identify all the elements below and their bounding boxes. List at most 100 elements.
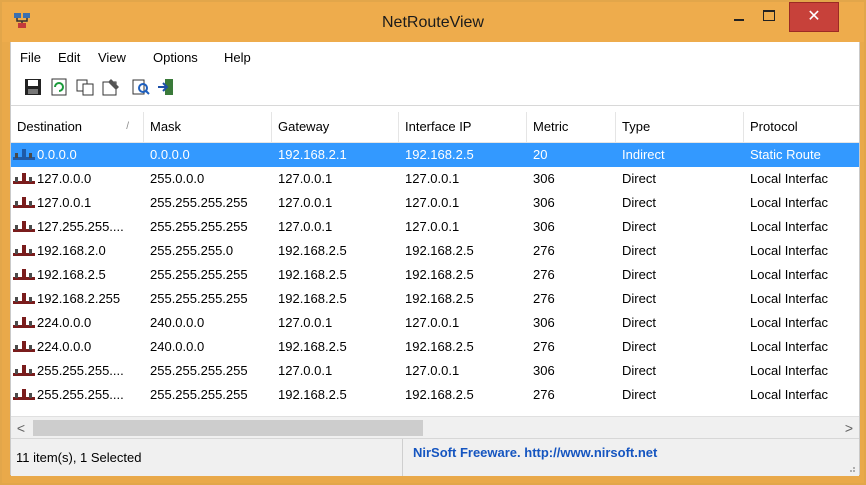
menu-help[interactable]: Help <box>224 50 251 65</box>
refresh-icon[interactable] <box>49 78 69 96</box>
cell-destination: 255.255.255.... <box>37 387 124 402</box>
horizontal-scrollbar[interactable]: < > <box>11 416 859 439</box>
cell-destination: 224.0.0.0 <box>37 339 92 354</box>
cell-interface-ip: 127.0.0.1 <box>405 363 460 378</box>
menu-file[interactable]: File <box>20 50 41 65</box>
cell-gateway: 127.0.0.1 <box>278 315 333 330</box>
cell-protocol: Local Interfac <box>750 243 829 258</box>
cell-interface-ip: 192.168.2.5 <box>405 339 474 354</box>
table-row[interactable]: 224.0.0.0 240.0.0.0 192.168.2.5 192.168.2.5… <box>11 335 859 359</box>
resize-grip-icon[interactable] <box>846 463 856 473</box>
column-header-gateway[interactable]: Gateway <box>272 112 399 142</box>
cell-gateway: 192.168.2.5 <box>278 339 347 354</box>
column-header-protocol[interactable]: Protocol <box>744 112 859 142</box>
table-row[interactable]: 127.0.0.1 255.255.255.255 127.0.0.1 127.0.0… <box>11 191 859 215</box>
cell-interface-ip: 192.168.2.5 <box>405 291 474 306</box>
cell-interface-ip: 127.0.0.1 <box>405 171 460 186</box>
cell-mask: 255.255.255.255 <box>150 363 248 378</box>
cell-protocol: Local Interfac <box>750 171 829 186</box>
cell-interface-ip: 127.0.0.1 <box>405 315 460 330</box>
cell-mask: 255.255.255.255 <box>150 219 248 234</box>
cell-mask: 255.255.255.255 <box>150 387 248 402</box>
status-item-count: 11 item(s), 1 Selected <box>11 439 403 476</box>
status-bar: 11 item(s), 1 Selected NirSoft Freeware.… <box>11 438 859 476</box>
save-icon[interactable] <box>23 78 43 96</box>
cell-type: Direct <box>622 363 656 378</box>
cell-interface-ip: 192.168.2.5 <box>405 243 474 258</box>
maximize-button[interactable] <box>754 2 784 32</box>
column-header-type[interactable]: Type <box>616 112 744 142</box>
cell-interface-ip: 192.168.2.5 <box>405 267 474 282</box>
table-row[interactable]: 255.255.255.... 255.255.255.255 127.0.0.1 1… <box>11 359 859 383</box>
table-row[interactable]: 127.255.255.... 255.255.255.255 127.0.0.1 1… <box>11 215 859 239</box>
table-row[interactable]: 224.0.0.0 240.0.0.0 127.0.0.1 127.0.0.1 306 D… <box>11 311 859 335</box>
cell-metric: 276 <box>533 243 555 258</box>
cell-destination: 127.255.255.... <box>37 219 124 234</box>
column-header-mask[interactable]: Mask <box>144 112 272 142</box>
client-area: File Edit View Options Help Destination … <box>10 42 860 476</box>
cell-type: Indirect <box>622 147 665 162</box>
find-icon[interactable] <box>131 78 151 96</box>
cell-mask: 240.0.0.0 <box>150 315 205 330</box>
cell-destination: 224.0.0.0 <box>37 315 92 330</box>
cell-protocol: Local Interfac <box>750 339 829 354</box>
table-row[interactable]: 0.0.0.0 0.0.0.0 192.168.2.1 192.168.2.5 20 In… <box>11 143 859 167</box>
cell-gateway: 127.0.0.1 <box>278 219 333 234</box>
cell-mask: 240.0.0.0 <box>150 339 205 354</box>
cell-destination: 127.0.0.0 <box>37 171 92 186</box>
scroll-left-arrow-icon[interactable]: < <box>11 417 31 439</box>
minimize-button[interactable] <box>724 2 754 32</box>
copy-icon[interactable] <box>75 78 95 96</box>
table-row[interactable]: 127.0.0.0 255.0.0.0 127.0.0.1 127.0.0.1 306 D… <box>11 167 859 191</box>
cell-protocol: Local Interfac <box>750 219 829 234</box>
cell-destination: 192.168.2.5 <box>37 267 106 282</box>
cell-metric: 276 <box>533 339 555 354</box>
title-bar[interactable]: NetRouteView ✕ <box>2 2 864 42</box>
menu-edit[interactable]: Edit <box>58 50 80 65</box>
cell-metric: 276 <box>533 387 555 402</box>
cell-destination: 255.255.255.... <box>37 363 124 378</box>
sort-ascending-icon: / <box>126 121 129 132</box>
cell-protocol: Local Interfac <box>750 267 829 282</box>
cell-protocol: Static Route <box>750 147 821 162</box>
cell-metric: 306 <box>533 171 555 186</box>
cell-destination: 192.168.2.0 <box>37 243 106 258</box>
table-row[interactable]: 192.168.2.255 255.255.255.255 192.168.2.5 1… <box>11 287 859 311</box>
table-row[interactable]: 255.255.255.... 255.255.255.255 192.168.2.… <box>11 383 859 407</box>
cell-interface-ip: 192.168.2.5 <box>405 387 474 402</box>
table-row[interactable]: 192.168.2.0 255.255.255.0 192.168.2.5 192.1… <box>11 239 859 263</box>
cell-protocol: Local Interfac <box>750 315 829 330</box>
cell-gateway: 192.168.2.5 <box>278 243 347 258</box>
cell-metric: 306 <box>533 315 555 330</box>
cell-metric: 276 <box>533 291 555 306</box>
cell-gateway: 127.0.0.1 <box>278 171 333 186</box>
cell-type: Direct <box>622 219 656 234</box>
column-header-destination[interactable]: Destination / <box>11 112 144 142</box>
nirsoft-link[interactable]: NirSoft Freeware. http://www.nirsoft.net <box>413 439 657 476</box>
menu-bar: File Edit View Options Help <box>11 42 859 70</box>
scroll-thumb[interactable] <box>33 420 423 436</box>
cell-metric: 306 <box>533 219 555 234</box>
route-table[interactable]: Destination / Mask Gateway Interface IP M… <box>11 112 859 414</box>
cell-gateway: 192.168.2.5 <box>278 291 347 306</box>
close-button[interactable]: ✕ <box>789 2 839 32</box>
cell-mask: 255.255.255.255 <box>150 195 248 210</box>
cell-gateway: 192.168.2.5 <box>278 387 347 402</box>
cell-type: Direct <box>622 315 656 330</box>
column-header-interface-ip[interactable]: Interface IP <box>399 112 527 142</box>
cell-type: Direct <box>622 339 656 354</box>
scroll-right-arrow-icon[interactable]: > <box>839 417 859 439</box>
table-row[interactable]: 192.168.2.5 255.255.255.255 192.168.2.5 192… <box>11 263 859 287</box>
column-header-metric[interactable]: Metric <box>527 112 616 142</box>
menu-options[interactable]: Options <box>153 50 198 65</box>
cell-type: Direct <box>622 267 656 282</box>
cell-type: Direct <box>622 171 656 186</box>
exit-icon[interactable] <box>156 78 176 96</box>
menu-view[interactable]: View <box>98 50 126 65</box>
cell-gateway: 192.168.2.5 <box>278 267 347 282</box>
table-header: Destination / Mask Gateway Interface IP M… <box>11 112 859 143</box>
properties-icon[interactable] <box>101 78 121 96</box>
cell-type: Direct <box>622 195 656 210</box>
cell-gateway: 192.168.2.1 <box>278 147 347 162</box>
cell-type: Direct <box>622 243 656 258</box>
